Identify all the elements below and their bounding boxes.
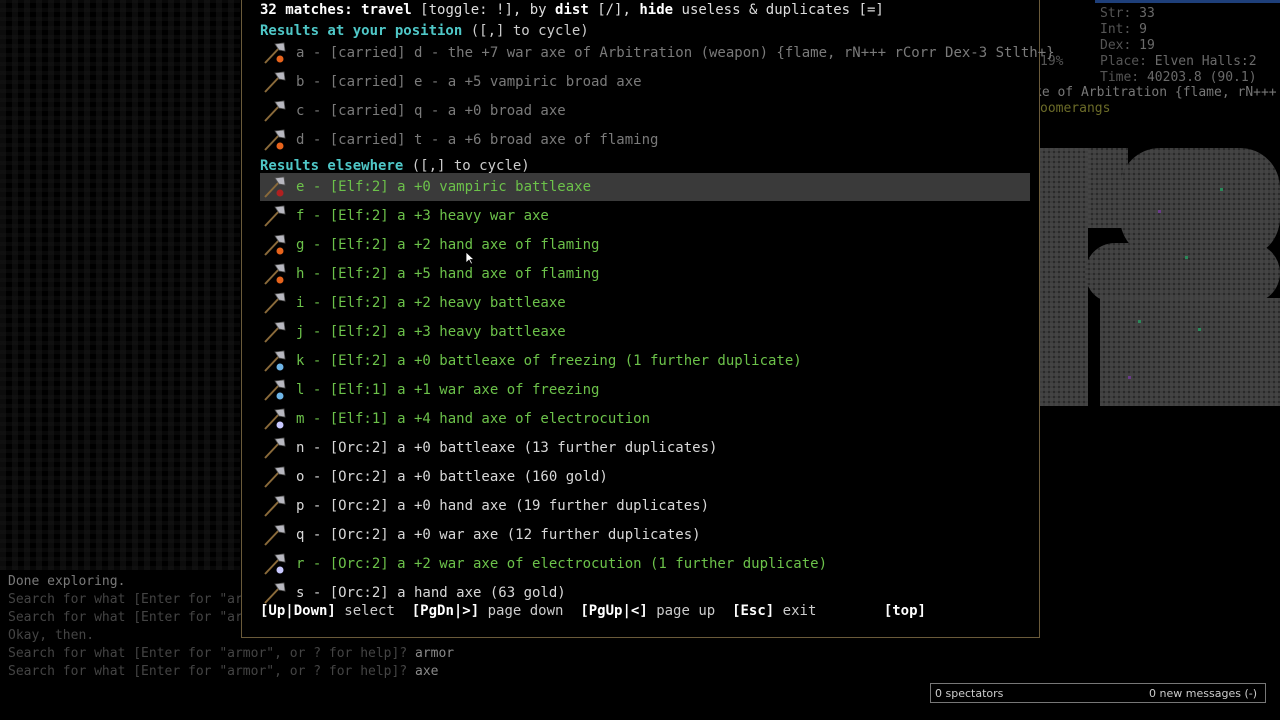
section-heading-elsewhere: Results elsewhere ([,] to cycle): [260, 158, 530, 174]
result-item-label: p - [Orc:2] a +0 hand axe (19 further du…: [296, 498, 710, 514]
minimap-room: [1120, 148, 1280, 258]
result-item[interactable]: b - [carried] e - a +5 vampiric broad ax…: [260, 68, 1030, 96]
result-item[interactable]: q - [Orc:2] a +0 war axe (12 further dup…: [260, 521, 1030, 549]
minimap-feature: [1128, 376, 1131, 379]
hand-axe-plain-icon: [264, 582, 286, 604]
hand-axe-flaming-icon: [264, 263, 286, 285]
stat-dex: Dex: 19: [1100, 38, 1155, 53]
broad-axe-plain-icon: [264, 100, 286, 122]
minimap-feature: [1138, 320, 1141, 323]
result-item[interactable]: l - [Elf:1] a +1 war axe of freezing: [260, 376, 1030, 404]
message-line: Search for what [Enter for "armor", or ?…: [8, 664, 439, 679]
result-item[interactable]: c - [carried] q - a +0 broad axe: [260, 97, 1030, 125]
result-item-label: a - [carried] d - the +7 war axe of Arbi…: [296, 45, 1055, 61]
minimap-feature: [1198, 328, 1201, 331]
result-item[interactable]: r - [Orc:2] a +2 war axe of electrocutio…: [260, 550, 1030, 578]
result-item-label: b - [carried] e - a +5 vampiric broad ax…: [296, 74, 642, 90]
section-heading-here: Results at your position ([,] to cycle): [260, 23, 589, 39]
result-item[interactable]: s - [Orc:2] a hand axe (63 gold): [260, 579, 1030, 607]
war-axe-flaming-icon: [264, 42, 286, 64]
background-map-left: [0, 0, 240, 570]
result-item[interactable]: i - [Elf:2] a +2 heavy battleaxe: [260, 289, 1030, 317]
result-item-label: m - [Elf:1] a +4 hand axe of electrocuti…: [296, 411, 651, 427]
stats-panel: Str: 33 Int: 9 Dex: 19 19% Place: Elven …: [1034, 0, 1280, 120]
result-item[interactable]: n - [Orc:2] a +0 battleaxe (13 further d…: [260, 434, 1030, 462]
result-item-label: i - [Elf:2] a +2 heavy battleaxe: [296, 295, 566, 311]
result-item-label: s - [Orc:2] a hand axe (63 gold): [296, 585, 566, 601]
result-item[interactable]: f - [Elf:2] a +3 heavy war axe: [260, 202, 1030, 230]
result-item-label: l - [Elf:1] a +1 war axe of freezing: [296, 382, 600, 398]
stat-place: Place: Elven Halls:2: [1100, 54, 1257, 69]
quiver-line: oomerangs: [1040, 101, 1111, 116]
result-item-label: g - [Elf:2] a +2 hand axe of flaming: [296, 237, 600, 253]
search-results-popup: 32 matches: travel [toggle: !], by dist …: [241, 0, 1055, 638]
mp-bar: [1095, 0, 1280, 3]
result-item[interactable]: d - [carried] t - a +6 broad axe of flam…: [260, 126, 1030, 154]
hand-axe-flaming-icon: [264, 234, 286, 256]
battleaxe-plain-icon: [264, 437, 286, 459]
result-item-label: f - [Elf:2] a +3 heavy war axe: [296, 208, 549, 224]
stat-str: Str: 33: [1100, 6, 1155, 21]
result-item[interactable]: j - [Elf:2] a +3 heavy battleaxe: [260, 318, 1030, 346]
broad-axe-flaming-icon: [264, 129, 286, 151]
war-axe-electric-icon: [264, 553, 286, 575]
battleaxe-icon: [264, 321, 286, 343]
result-item-label: e - [Elf:2] a +0 vampiric battleaxe: [296, 179, 592, 195]
stat-int: Int: 9: [1100, 22, 1147, 37]
minimap-feature: [1158, 210, 1161, 213]
popup-title: 32 matches: travel [toggle: !], by dist …: [260, 2, 884, 18]
stat-time: Time: 40203.8 (90.1): [1100, 70, 1257, 85]
hand-axe-electric-icon: [264, 408, 286, 430]
minimap-room: [1085, 243, 1280, 303]
weapon-line: ke of Arbitration {flame, rN+++: [1034, 85, 1277, 100]
result-item-label: o - [Orc:2] a +0 battleaxe (160 gold): [296, 469, 608, 485]
minimap[interactable]: [1040, 148, 1280, 406]
result-item-label: j - [Elf:2] a +3 heavy battleaxe: [296, 324, 566, 340]
result-item-label: r - [Orc:2] a +2 war axe of electrocutio…: [296, 556, 828, 572]
war-axe-freezing-icon: [264, 379, 286, 401]
result-item[interactable]: h - [Elf:2] a +5 hand axe of flaming: [260, 260, 1030, 288]
message-line: Search for what [Enter for "armor", or ?…: [8, 646, 455, 661]
result-item[interactable]: k - [Elf:2] a +0 battleaxe of freezing (…: [260, 347, 1030, 375]
battleaxe-vampiric-icon: [264, 176, 286, 198]
broad-axe-icon: [264, 71, 286, 93]
minimap-wall: [1040, 148, 1088, 406]
mouse-cursor-icon: [465, 251, 475, 265]
result-item-label: h - [Elf:2] a +5 hand axe of flaming: [296, 266, 600, 282]
result-item-label: n - [Orc:2] a +0 battleaxe (13 further d…: [296, 440, 718, 456]
result-item[interactable]: g - [Elf:2] a +2 hand axe of flaming: [260, 231, 1030, 259]
war-axe-icon: [264, 205, 286, 227]
result-item-label: q - [Orc:2] a +0 war axe (12 further dup…: [296, 527, 701, 543]
new-messages-count[interactable]: 0 new messages (-): [1149, 687, 1257, 700]
result-item[interactable]: p - [Orc:2] a +0 hand axe (19 further du…: [260, 492, 1030, 520]
result-item[interactable]: a - [carried] d - the +7 war axe of Arbi…: [260, 39, 1055, 67]
battleaxe-icon: [264, 292, 286, 314]
result-item[interactable]: e - [Elf:2] a +0 vampiric battleaxe: [260, 173, 1030, 201]
minimap-room: [1100, 298, 1280, 406]
result-item[interactable]: o - [Orc:2] a +0 battleaxe (160 gold): [260, 463, 1030, 491]
minimap-feature: [1185, 256, 1188, 259]
minimap-feature: [1220, 188, 1223, 191]
hand-axe-plain-icon: [264, 495, 286, 517]
war-axe-plain-icon: [264, 524, 286, 546]
spectator-count[interactable]: 0 spectators: [935, 687, 1003, 700]
result-item-label: k - [Elf:2] a +0 battleaxe of freezing (…: [296, 353, 802, 369]
result-item-label: d - [carried] t - a +6 broad axe of flam…: [296, 132, 659, 148]
result-item[interactable]: m - [Elf:1] a +4 hand axe of electrocuti…: [260, 405, 1030, 433]
spectator-bar[interactable]: 0 spectators 0 new messages (-): [930, 683, 1266, 703]
battleaxe-plain-icon: [264, 466, 286, 488]
result-item-label: c - [carried] q - a +0 broad axe: [296, 103, 566, 119]
battleaxe-freezing-icon: [264, 350, 286, 372]
